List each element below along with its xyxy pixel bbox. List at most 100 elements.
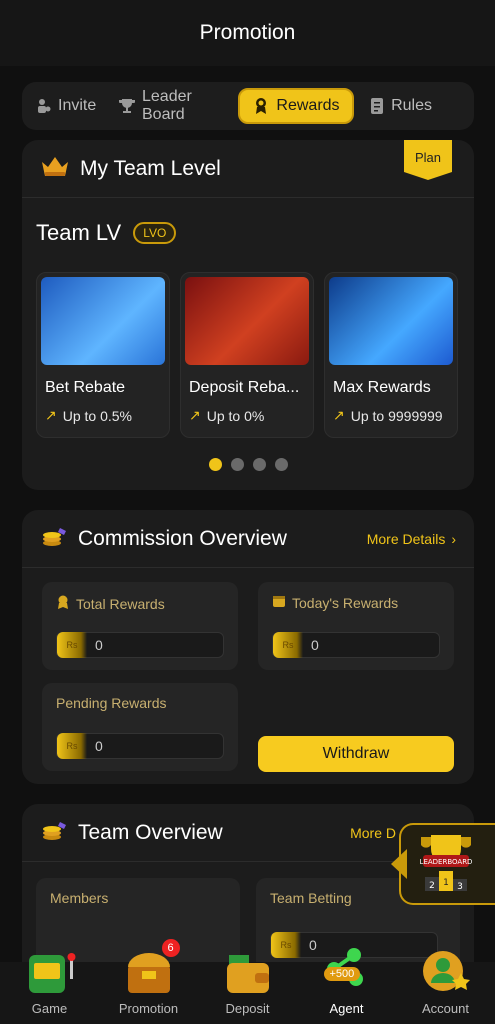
members-label: Members: [50, 890, 109, 906]
carousel-dot[interactable]: [230, 458, 244, 471]
nav-account-label: Account: [422, 1001, 469, 1016]
rupee-coin-icon: Rs: [57, 632, 87, 658]
page-title: Promotion: [199, 21, 296, 44]
team-level-card: My Team Level Plan Team LV LVO Bet Rebat…: [22, 140, 474, 490]
total-rewards-bar: Rs 0: [56, 632, 224, 658]
tab-invite[interactable]: Invite: [28, 88, 98, 124]
tab-rules-label: Rules: [391, 97, 432, 114]
tab-invite-label: Invite: [58, 97, 97, 114]
slot-machine-icon: [28, 953, 75, 993]
total-rewards-label: Total Rewards: [76, 595, 165, 612]
tab-leader-board[interactable]: Leader Board: [110, 88, 238, 124]
carousel-dot[interactable]: [252, 458, 266, 471]
todays-rewards-stat: Today's Rewards Rs 0: [258, 582, 454, 670]
calendar-icon: [272, 594, 286, 611]
nav-agent[interactable]: +500 Agent: [302, 948, 392, 1016]
total-rewards-stat: Total Rewards Rs 0: [42, 582, 238, 670]
more-details-label: More Details: [366, 530, 446, 547]
medal-icon: [252, 97, 270, 115]
more-details-link[interactable]: More Details ›: [367, 531, 456, 547]
rupee-coin-icon: Rs: [273, 632, 303, 658]
rank-second: 2: [429, 881, 435, 891]
team-betting-value: 0: [309, 937, 317, 953]
rebate-upto-row: ↗ Up to 0.5%: [45, 407, 161, 424]
rebate-upto: Up to 9999999: [350, 407, 443, 424]
total-rewards-value: 0: [95, 637, 103, 653]
pending-rewards-row: Pending Rewards: [56, 695, 224, 711]
rebate-upto-row: ↗ Up to 9999999: [333, 407, 449, 424]
todays-rewards-label: Today's Rewards: [292, 594, 399, 611]
leaderboard-label: LEADERBOARD: [420, 858, 473, 866]
nav-deposit-label: Deposit: [225, 1001, 270, 1016]
top-bar: Promotion: [0, 0, 495, 66]
chevron-right-icon: ›: [451, 530, 456, 547]
team-more-details-label: More D: [350, 824, 396, 841]
person-icon: [36, 97, 52, 115]
nav-agent-label: Agent: [329, 1001, 364, 1016]
team-lv-row: Team LV LVO: [36, 220, 177, 246]
rebate-upto: Up to 0%: [206, 407, 265, 424]
pending-rewards-value: 0: [95, 738, 103, 754]
commission-header: Commission Overview More Details ›: [22, 510, 474, 568]
bottom-nav: Game 6 Promotion Deposit +500 Agent Acco…: [0, 939, 495, 1024]
tab-rules[interactable]: Rules: [360, 88, 440, 124]
team-overview-title: Team Overview: [78, 820, 223, 844]
rank-first: 1: [443, 878, 449, 888]
rebate-card-deposit[interactable]: Deposit Reba... ↗ Up to 0%: [180, 272, 314, 438]
pending-rewards-label: Pending Rewards: [56, 695, 167, 711]
rebate-card-name: Deposit Reba...: [189, 379, 300, 396]
rebate-upto: Up to 0.5%: [62, 407, 132, 424]
withdraw-button[interactable]: Withdraw: [258, 736, 454, 772]
commission-title: Commission Overview: [78, 526, 287, 550]
trend-up-icon: ↗: [333, 407, 345, 423]
promotion-tabs: Invite Leader Board Rewards Rules: [22, 82, 474, 130]
nav-account[interactable]: Account: [401, 951, 491, 1016]
tab-rewards[interactable]: Rewards: [238, 88, 354, 124]
rebate-card-name: Max Rewards: [333, 379, 431, 396]
nav-promotion[interactable]: 6 Promotion: [104, 939, 194, 1016]
bet-rebate-image: [41, 277, 165, 365]
award-icon: [56, 594, 70, 613]
document-icon: [368, 97, 385, 115]
leaderboard-trophy-icon: LEADERBOARD 2 1 3: [420, 835, 473, 892]
trend-up-icon: ↗: [189, 407, 201, 423]
total-rewards-row: Total Rewards: [56, 594, 224, 613]
crown-level-icon: [40, 154, 70, 183]
pending-rewards-stat: Pending Rewards Rs 0: [42, 683, 238, 771]
wallet-icon: [226, 955, 269, 993]
carousel-dot[interactable]: [274, 458, 288, 471]
team-lv-label: Team LV: [36, 220, 122, 245]
leaderboard-floating-button[interactable]: LEADERBOARD 2 1 3: [391, 823, 495, 905]
tab-leader-board-label: Leader Board: [142, 88, 192, 123]
rank-third: 3: [457, 882, 463, 892]
rebate-card-max[interactable]: Max Rewards ↗ Up to 9999999: [324, 272, 458, 438]
todays-rewards-bar: Rs 0: [272, 632, 440, 658]
coins-stack-icon: [40, 524, 68, 553]
rupee-coin-icon: Rs: [271, 932, 301, 958]
deposit-rebate-image: [185, 277, 309, 365]
max-rewards-image: [329, 277, 453, 365]
trophy-icon: [118, 97, 136, 115]
tab-rewards-label: Rewards: [276, 97, 340, 114]
bonus-badge: +500: [323, 967, 361, 981]
rebate-card-bet[interactable]: Bet Rebate ↗ Up to 0.5%: [36, 272, 170, 438]
carousel-dot[interactable]: [208, 458, 222, 471]
coins-stack-icon: [40, 818, 68, 847]
pending-rewards-bar: Rs 0: [56, 733, 224, 759]
plan-badge[interactable]: Plan: [404, 140, 452, 180]
team-level-title: My Team Level: [80, 156, 221, 180]
todays-rewards-value: 0: [311, 637, 319, 653]
trend-up-icon: ↗: [45, 407, 57, 423]
nav-promotion-label: Promotion: [118, 1001, 179, 1016]
team-more-details-link[interactable]: More D: [350, 825, 396, 841]
rupee-coin-icon: Rs: [57, 733, 87, 759]
commission-card: Commission Overview More Details › Total…: [22, 510, 474, 784]
account-icon: [422, 951, 470, 991]
level-pill: LVO: [133, 222, 177, 244]
nav-game-label: Game: [31, 1001, 68, 1016]
nav-deposit[interactable]: Deposit: [203, 955, 293, 1016]
carousel-dots: [22, 458, 474, 471]
notification-badge: 6: [161, 939, 180, 957]
rebate-carousel[interactable]: Bet Rebate ↗ Up to 0.5% Deposit Reba... …: [36, 272, 474, 438]
nav-game[interactable]: Game: [5, 953, 95, 1016]
